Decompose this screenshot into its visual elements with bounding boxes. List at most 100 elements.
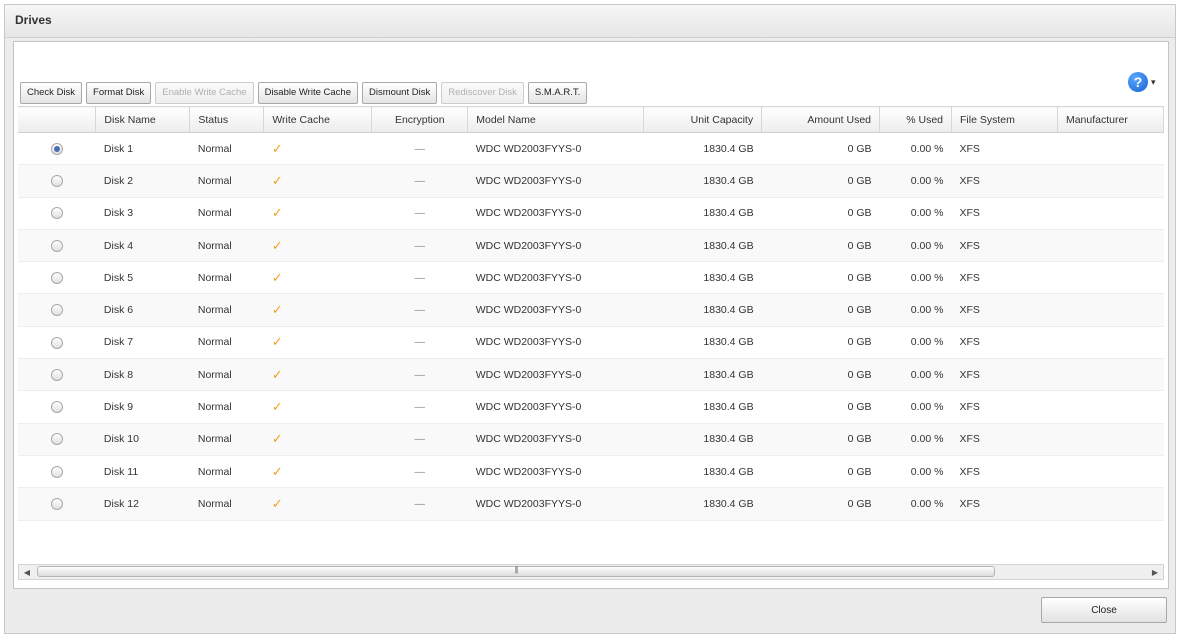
check-icon: ✓ bbox=[271, 399, 283, 415]
disk-select-radio[interactable] bbox=[50, 368, 63, 381]
model-name-cell: WDC WD2003FYYS-0 bbox=[467, 423, 644, 456]
select-cell bbox=[18, 197, 96, 230]
smart-button[interactable]: S.M.A.R.T. bbox=[527, 82, 588, 104]
write-cache-cell: ✓ bbox=[263, 390, 372, 424]
scroll-right-icon[interactable]: ▶ bbox=[1147, 565, 1163, 579]
column-header-pct-used[interactable]: % Used bbox=[879, 106, 952, 133]
model-name-cell: WDC WD2003FYYS-0 bbox=[467, 326, 644, 360]
disk-select-radio[interactable] bbox=[50, 336, 63, 349]
column-header-amount-used[interactable]: Amount Used bbox=[761, 106, 881, 133]
file-system-cell: XFS bbox=[951, 132, 1058, 166]
dialog-title: Drives bbox=[15, 13, 52, 27]
select-cell bbox=[18, 487, 96, 521]
status-cell: Normal bbox=[189, 197, 264, 230]
file-system-cell: XFS bbox=[951, 164, 1058, 198]
select-cell bbox=[18, 390, 96, 424]
check-icon: ✓ bbox=[271, 237, 283, 253]
column-header-disk-name[interactable]: Disk Name bbox=[95, 106, 191, 133]
status-cell: Normal bbox=[189, 423, 264, 456]
horizontal-scrollbar[interactable]: ◀ ||| ▶ bbox=[18, 564, 1164, 580]
disk-select-radio[interactable] bbox=[50, 498, 63, 511]
manufacturer-cell bbox=[1057, 197, 1164, 230]
model-name-cell: WDC WD2003FYYS-0 bbox=[467, 487, 644, 521]
format-disk-button[interactable]: Format Disk bbox=[86, 82, 152, 104]
table-row[interactable]: Disk 10 Normal ✓ — WDC WD2003FYYS-0 1830.4 GB… bbox=[18, 423, 1164, 456]
disk-select-radio[interactable] bbox=[50, 142, 63, 155]
write-cache-cell: ✓ bbox=[263, 132, 372, 166]
table-row[interactable]: Disk 12 Normal ✓ — WDC WD2003FYYS-0 1830.4 GB… bbox=[18, 487, 1164, 521]
column-header-encryption[interactable]: Encryption bbox=[371, 106, 469, 133]
disk-name-cell: Disk 7 bbox=[95, 326, 190, 360]
status-cell: Normal bbox=[189, 358, 264, 392]
column-header-unit-capacity[interactable]: Unit Capacity bbox=[643, 106, 763, 133]
column-header-status[interactable]: Status bbox=[189, 106, 265, 133]
unit-capacity-cell: 1830.4 GB bbox=[643, 423, 762, 456]
encryption-cell: — bbox=[371, 132, 468, 166]
disk-select-radio[interactable] bbox=[50, 401, 63, 414]
table-row[interactable]: Disk 11 Normal ✓ — WDC WD2003FYYS-0 1830.4 GB… bbox=[18, 455, 1164, 489]
disk-select-radio[interactable] bbox=[50, 207, 63, 220]
disable-write-cache-button[interactable]: Disable Write Cache bbox=[257, 82, 358, 104]
write-cache-cell: ✓ bbox=[263, 229, 372, 263]
grip-icon: ||| bbox=[514, 565, 518, 574]
close-button[interactable]: Close bbox=[1041, 597, 1167, 623]
encryption-cell: — bbox=[371, 293, 468, 327]
unit-capacity-cell: 1830.4 GB bbox=[643, 293, 762, 327]
amount-used-cell: 0 GB bbox=[761, 197, 880, 230]
table-row[interactable]: Disk 1 Normal ✓ — WDC WD2003FYYS-0 1830.4 GB 0… bbox=[18, 132, 1164, 166]
disk-select-radio[interactable] bbox=[50, 271, 63, 284]
help-button[interactable]: ? ▾ bbox=[1128, 70, 1162, 94]
select-cell bbox=[18, 423, 96, 456]
scroll-left-icon[interactable]: ◀ bbox=[19, 565, 35, 579]
status-cell: Normal bbox=[189, 164, 264, 198]
table-row[interactable]: Disk 5 Normal ✓ — WDC WD2003FYYS-0 1830.4 GB 0… bbox=[18, 261, 1164, 295]
amount-used-cell: 0 GB bbox=[761, 423, 880, 456]
check-icon: ✓ bbox=[271, 334, 283, 350]
manufacturer-cell bbox=[1057, 229, 1164, 263]
disk-select-radio[interactable] bbox=[50, 239, 63, 252]
table-row[interactable]: Disk 2 Normal ✓ — WDC WD2003FYYS-0 1830.4 GB 0… bbox=[18, 164, 1164, 198]
column-header-write-cache[interactable]: Write Cache bbox=[263, 106, 373, 133]
table-row[interactable]: Disk 4 Normal ✓ — WDC WD2003FYYS-0 1830.4 GB 0… bbox=[18, 229, 1164, 263]
dismount-disk-button[interactable]: Dismount Disk bbox=[361, 82, 438, 104]
column-header-model-name[interactable]: Model Name bbox=[467, 106, 645, 133]
table-row[interactable]: Disk 3 Normal ✓ — WDC WD2003FYYS-0 1830.4 GB 0… bbox=[18, 197, 1164, 230]
pct-used-cell: 0.00 % bbox=[879, 197, 952, 230]
unit-capacity-cell: 1830.4 GB bbox=[643, 487, 762, 521]
disk-select-radio[interactable] bbox=[50, 175, 63, 188]
check-icon: ✓ bbox=[271, 205, 283, 221]
table-row[interactable]: Disk 7 Normal ✓ — WDC WD2003FYYS-0 1830.4 GB 0… bbox=[18, 326, 1164, 360]
scroll-thumb[interactable]: ||| bbox=[37, 565, 995, 577]
column-header-manufacturer[interactable]: Manufacturer bbox=[1057, 106, 1164, 133]
enable-write-cache-button: Enable Write Cache bbox=[155, 82, 254, 104]
unit-capacity-cell: 1830.4 GB bbox=[643, 164, 762, 198]
pct-used-cell: 0.00 % bbox=[879, 487, 952, 521]
disk-select-radio[interactable] bbox=[50, 304, 63, 317]
encryption-cell: — bbox=[371, 164, 468, 198]
select-cell bbox=[18, 358, 96, 392]
model-name-cell: WDC WD2003FYYS-0 bbox=[467, 197, 644, 230]
dash-icon: — bbox=[414, 271, 426, 284]
write-cache-cell: ✓ bbox=[263, 358, 372, 392]
column-header-file-system[interactable]: File System bbox=[951, 106, 1058, 133]
status-cell: Normal bbox=[189, 261, 264, 295]
table-row[interactable]: Disk 9 Normal ✓ — WDC WD2003FYYS-0 1830.4 GB 0… bbox=[18, 390, 1164, 424]
amount-used-cell: 0 GB bbox=[761, 390, 880, 424]
table-row[interactable]: Disk 8 Normal ✓ — WDC WD2003FYYS-0 1830.4 GB 0… bbox=[18, 358, 1164, 392]
disk-select-radio[interactable] bbox=[50, 465, 63, 478]
table-body: Disk 1 Normal ✓ — WDC WD2003FYYS-0 1830.4 GB 0… bbox=[18, 132, 1164, 521]
amount-used-cell: 0 GB bbox=[761, 164, 880, 198]
disk-name-cell: Disk 3 bbox=[95, 197, 190, 230]
model-name-cell: WDC WD2003FYYS-0 bbox=[467, 358, 644, 392]
disk-name-cell: Disk 2 bbox=[95, 164, 190, 198]
manufacturer-cell bbox=[1057, 358, 1164, 392]
write-cache-cell: ✓ bbox=[263, 487, 372, 521]
write-cache-cell: ✓ bbox=[263, 423, 372, 456]
check-disk-button[interactable]: Check Disk bbox=[20, 82, 83, 104]
dialog-footer: Close bbox=[5, 589, 1175, 633]
encryption-cell: — bbox=[371, 487, 468, 521]
disk-select-radio[interactable] bbox=[50, 433, 63, 446]
table-row[interactable]: Disk 6 Normal ✓ — WDC WD2003FYYS-0 1830.4 GB 0… bbox=[18, 293, 1164, 327]
column-header-select[interactable] bbox=[18, 106, 97, 133]
amount-used-cell: 0 GB bbox=[761, 487, 880, 521]
